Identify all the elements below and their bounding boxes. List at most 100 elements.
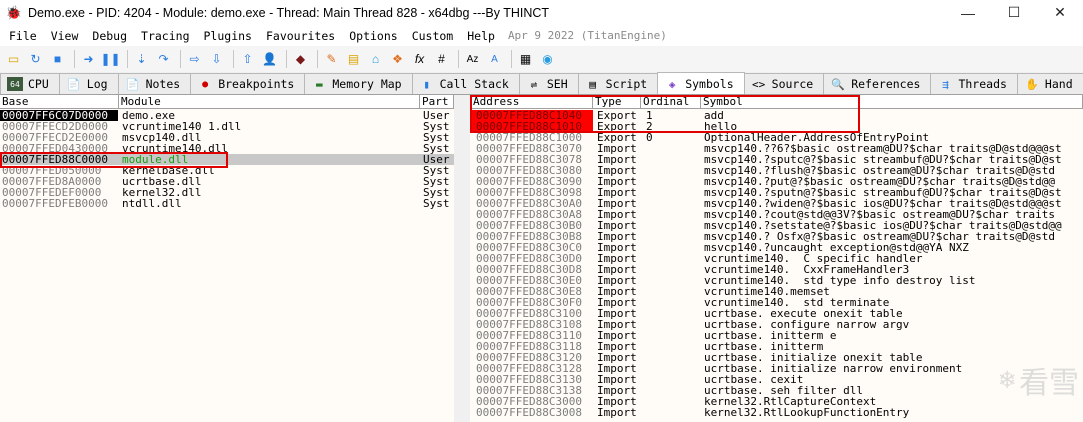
column-header-base[interactable]: Base: [0, 95, 119, 109]
tab-handles[interactable]: ✋ Hand: [1016, 73, 1083, 94]
module-party: Syst: [423, 121, 450, 132]
run-icon[interactable]: ➜: [79, 50, 98, 69]
module-row[interactable]: 00007FFED0430000 vcruntime140.dll Syst: [0, 143, 454, 154]
symbol-row[interactable]: 00007FFED88C3138 Import ucrtbase._seh_filt…: [470, 385, 1083, 396]
symbol-row[interactable]: 00007FFED88C30F0 Import vcruntime140.__std…: [470, 297, 1083, 308]
column-header-address[interactable]: Address: [470, 95, 593, 109]
menu-view[interactable]: View: [44, 29, 86, 43]
trace-into-icon[interactable]: ⇨: [185, 50, 204, 69]
symbol-row[interactable]: 00007FFED88C3008 Import kernel32.RtlLookup…: [470, 407, 1083, 418]
symbol-row[interactable]: 00007FFED88C3128 Import ucrtbase._initiali…: [470, 363, 1083, 374]
symbol-row[interactable]: 00007FFED88C30C0 Import msvcp140.?uncaught…: [470, 242, 1083, 253]
menu-file[interactable]: File: [2, 29, 44, 43]
symbol-row[interactable]: 00007FFED88C1040 Export 1 add: [470, 110, 1083, 121]
symbol-type: Import: [597, 363, 637, 374]
close-button[interactable]: ✕: [1037, 0, 1083, 25]
module-row-selected[interactable]: 00007FFED88C0000 module.dll User: [0, 154, 454, 165]
panel-splitter[interactable]: [454, 95, 470, 422]
trace-over-icon[interactable]: ⇩: [207, 50, 226, 69]
symbol-row[interactable]: 00007FFED88C30A8 Import msvcp140.?cout@std…: [470, 209, 1083, 220]
symbol-row[interactable]: 00007FFED88C3070 Import msvcp140.??6?$basi…: [470, 143, 1083, 154]
variables-icon[interactable]: #: [432, 50, 451, 69]
tab-script[interactable]: ▤ Script: [577, 73, 659, 94]
tab-breakpoints[interactable]: ● Breakpoints: [190, 73, 306, 94]
column-header-type[interactable]: Type: [593, 95, 641, 109]
column-header-party[interactable]: Part: [420, 95, 454, 109]
symbol-row[interactable]: 00007FFED88C30E8 Import vcruntime140.memse…: [470, 286, 1083, 297]
menu-plugins[interactable]: Plugins: [197, 29, 259, 43]
tab-cpu[interactable]: 64 CPU: [0, 73, 60, 94]
module-row[interactable]: 00007FFECD2E0000 msvcp140.dll Syst: [0, 132, 454, 143]
step-over-icon[interactable]: ↷: [154, 50, 173, 69]
symbol-row[interactable]: 00007FFED88C30B8 Import msvcp140.?_Osfx@?$…: [470, 231, 1083, 242]
menu-options[interactable]: Options: [342, 29, 404, 43]
symbol-row[interactable]: 00007FFED88C3090 Import msvcp140.?put@?$ba…: [470, 176, 1083, 187]
restart-icon[interactable]: ↻: [26, 50, 45, 69]
symbol-row[interactable]: 00007FFED88C3080 Import msvcp140.?flush@?$…: [470, 165, 1083, 176]
pause-icon[interactable]: ❚❚: [100, 50, 120, 69]
column-header-ordinal[interactable]: Ordinal: [641, 95, 701, 109]
minimize-button[interactable]: —: [945, 0, 991, 25]
calculator-icon[interactable]: ▦: [516, 50, 535, 69]
comments-icon[interactable]: ▤: [344, 50, 363, 69]
symbol-row[interactable]: 00007FFED88C3100 Import ucrtbase._execute_…: [470, 308, 1083, 319]
tab-memory-map[interactable]: ▬ Memory Map: [304, 73, 413, 94]
stop-icon[interactable]: ■: [48, 50, 67, 69]
symbol-row[interactable]: 00007FFED88C3118 Import ucrtbase._initterm: [470, 341, 1083, 352]
symbol-row[interactable]: 00007FFED88C30B0 Import msvcp140.?setstate…: [470, 220, 1083, 231]
symbol-row[interactable]: 00007FFED88C3000 Import kernel32.RtlCaptur…: [470, 396, 1083, 407]
tab-seh[interactable]: ⇌ SEH: [518, 73, 579, 94]
symbol-row[interactable]: 00007FFED88C3130 Import ucrtbase._cexit: [470, 374, 1083, 385]
patch-icon[interactable]: ✎: [322, 50, 341, 69]
bookmarks-icon[interactable]: ❖: [388, 50, 407, 69]
module-row[interactable]: 00007FFEDFEB0000 ntdll.dll Syst: [0, 198, 454, 209]
symbol-row[interactable]: 00007FFED88C3108 Import ucrtbase._configur…: [470, 319, 1083, 330]
tab-log[interactable]: 📄 Log: [58, 73, 119, 94]
tab-call-stack[interactable]: ▮ Call Stack: [411, 73, 520, 94]
tab-references[interactable]: 🔍 References: [823, 73, 932, 94]
menu-debug[interactable]: Debug: [85, 29, 134, 43]
tab-symbols[interactable]: ◈ Symbols: [657, 72, 745, 94]
font-icon[interactable]: Az: [463, 50, 482, 69]
module-row[interactable]: 00007FFEDEF0000 kernel32.dll Syst: [0, 187, 454, 198]
symbol-row[interactable]: 00007FFED88C3120 Import ucrtbase._initiali…: [470, 352, 1083, 363]
tab-source[interactable]: <> Source: [743, 73, 825, 94]
maximize-button[interactable]: ☐: [991, 0, 1037, 25]
labels-icon[interactable]: ⌂: [366, 50, 385, 69]
module-row[interactable]: 00007FF6C07D0000 demo.exe User: [0, 110, 454, 121]
execute-till-return-icon[interactable]: ⇧: [238, 50, 257, 69]
modules-panel: Base Module Part 00007FF6C07D0000 demo.e…: [0, 95, 454, 422]
tab-threads[interactable]: ⇶ Threads: [930, 73, 1018, 94]
symbol-row[interactable]: 00007FFED88C30D0 Import vcruntime140.__C_s…: [470, 253, 1083, 264]
menu-tracing[interactable]: Tracing: [134, 29, 196, 43]
run-to-user-code-icon[interactable]: 👤: [260, 50, 279, 69]
symbol-row[interactable]: 00007FFED88C30E0 Import vcruntime140.__std…: [470, 275, 1083, 286]
symbol-row[interactable]: 00007FFED88C3098 Import msvcp140.?sputn@?$…: [470, 187, 1083, 198]
symbol-row[interactable]: 00007FFED88C1000 Export 0 OptionalHeader.Ad…: [470, 132, 1083, 143]
breakpoint-dot-icon: ●: [202, 78, 209, 90]
symbol-row[interactable]: 00007FFED88C1010 Export 2 hello: [470, 121, 1083, 132]
symbol-address: 00007FFED88C30E0: [476, 275, 582, 286]
column-header-module[interactable]: Module: [119, 95, 420, 109]
symbol-row[interactable]: 00007FFED88C3110 Import ucrtbase._initterm…: [470, 330, 1083, 341]
step-into-icon[interactable]: ⇣: [132, 50, 151, 69]
symbol-address: 00007FFED88C30F0: [476, 297, 582, 308]
column-header-symbol[interactable]: Symbol: [701, 95, 1083, 109]
module-base: 00007FFEDFEB0000: [2, 198, 108, 209]
symbol-row[interactable]: 00007FFED88C30D8 Import vcruntime140.__Cxx…: [470, 264, 1083, 275]
module-row[interactable]: 00007FFECD2D0000 vcruntime140_1.dll Syst: [0, 121, 454, 132]
menu-custom[interactable]: Custom: [405, 29, 461, 43]
scylla-icon[interactable]: ◆: [291, 50, 310, 69]
strings-icon[interactable]: A: [485, 50, 504, 69]
open-icon[interactable]: ▭: [4, 50, 23, 69]
symbol-row[interactable]: 00007FFED88C3078 Import msvcp140.?sputc@?$…: [470, 154, 1083, 165]
tab-notes[interactable]: 📄 Notes: [117, 73, 192, 94]
menu-help[interactable]: Help: [460, 29, 502, 43]
module-row[interactable]: 00007FFED8A0000 ucrtbase.dll Syst: [0, 176, 454, 187]
function-icon[interactable]: fx: [410, 50, 429, 69]
module-row[interactable]: 00007FFED050000 kernelbase.dll Syst: [0, 165, 454, 176]
menu-favourites[interactable]: Favourites: [259, 29, 342, 43]
settings-icon[interactable]: ◉: [538, 50, 557, 69]
symbol-row[interactable]: 00007FFED88C30A0 Import msvcp140.?widen@?$…: [470, 198, 1083, 209]
module-base: 00007FFECD2D0000: [2, 121, 108, 132]
